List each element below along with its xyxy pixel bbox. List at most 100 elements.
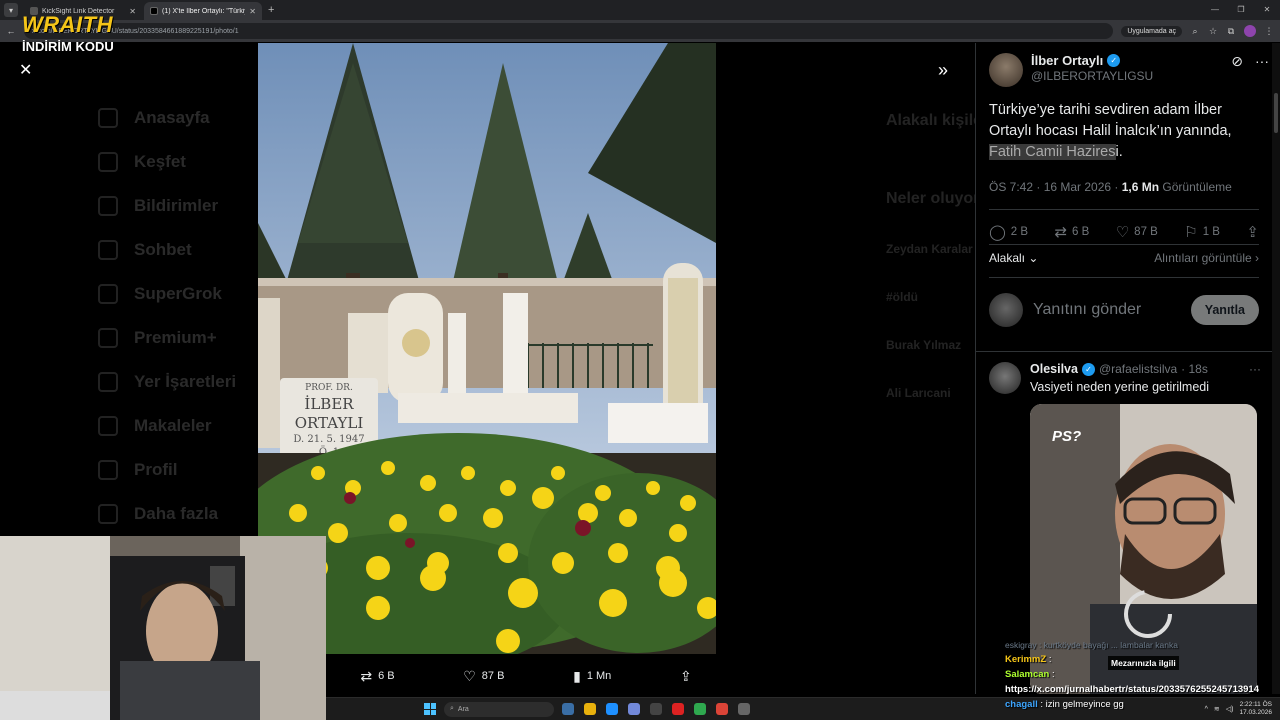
window-close-icon[interactable]: ✕ [1254, 0, 1280, 20]
spotify-icon[interactable] [694, 703, 706, 715]
profile-icon [98, 460, 118, 480]
related-row: Alakalı ⌄ Alıntıları görüntüle › [989, 251, 1259, 265]
heart-icon: ♡ [463, 667, 476, 684]
extensions-icon[interactable]: ⧉ [1226, 26, 1236, 37]
chat-message: chagall : izin gelmeyince gg [1005, 699, 1124, 710]
toolbar-right: Uygulamada aç ⌕ ☆ ⧉ ⋮ [1121, 25, 1274, 37]
minimize-icon[interactable]: — [1202, 0, 1228, 20]
windows-start-icon[interactable] [424, 703, 436, 715]
verified-badge-icon: ✓ [1107, 54, 1121, 67]
views-count: 1 Mn [586, 670, 612, 682]
chrome-icon[interactable] [716, 703, 728, 715]
view-quotes-link[interactable]: Alıntıları görüntüle › [1154, 251, 1259, 265]
expand-panel-icon[interactable]: » [938, 60, 948, 81]
author-avatar[interactable] [989, 53, 1023, 87]
nav-item: Premium+ [98, 316, 236, 360]
steam-icon[interactable] [650, 703, 662, 715]
reply-author-name[interactable]: Olesilva [1030, 362, 1078, 376]
obs-icon[interactable] [738, 703, 750, 715]
nav-item: Makaleler [98, 404, 236, 448]
photo-like-button[interactable]: ♡ 87 B [463, 668, 504, 685]
reply-composer: Yanıtını gönder Yanıtla [989, 293, 1259, 327]
stream-overlay-logo: WRAITH İNDİRİM KODU [22, 13, 114, 55]
svg-text:ORTAYLI: ORTAYLI [295, 414, 364, 432]
reply-author-handle[interactable]: @rafaelistsilva [1099, 362, 1177, 376]
new-tab-icon[interactable]: + [268, 4, 274, 16]
nav-item: Yer İşaretleri [98, 360, 236, 404]
retweet-count: 6 B [378, 670, 395, 682]
url-field[interactable]: x.com/ILBERORTAYLIGSU/status/20335846618… [24, 23, 1114, 39]
photo-retweet-button[interactable]: ⇄ 6 B [360, 668, 394, 685]
grok-explain-icon[interactable]: ⊘ [1231, 53, 1243, 70]
taskbar-search[interactable]: ⌕ Ara [444, 701, 554, 717]
video-caption: Mezarınızla ilgili [1108, 656, 1179, 670]
bookmark-icon [98, 372, 118, 392]
discord-icon[interactable] [628, 703, 640, 715]
streamer-webcam [0, 536, 326, 720]
reply-time[interactable]: · 18s [1181, 362, 1208, 376]
reply-submit-button[interactable]: Yanıtla [1190, 295, 1259, 325]
reply-author-avatar[interactable] [989, 362, 1021, 394]
bookmark-button[interactable]: ⚐ 1 B [1184, 223, 1220, 241]
photo-share-button[interactable]: ⇪ [680, 668, 692, 685]
file-explorer-icon[interactable] [562, 703, 574, 715]
restore-icon[interactable]: ❐ [1228, 0, 1254, 20]
svg-text:İLBER: İLBER [304, 395, 354, 413]
browser-tab-bar: ▾ KickSight Link Detector ✕ (1) X'te İlb… [0, 0, 1280, 20]
reply-input[interactable]: Yanıtını gönder [1033, 301, 1191, 319]
more-options-icon[interactable]: ··· [1249, 362, 1261, 376]
scrollbar-thumb[interactable] [1274, 93, 1278, 133]
share-button[interactable]: ⇪ [1246, 223, 1259, 241]
chevron-down-icon: ⌄ [1028, 251, 1039, 265]
author-handle[interactable]: @ILBERORTAYLIGSU [1031, 69, 1231, 83]
photo-views-button[interactable]: ▮ 1 Mn [573, 668, 611, 685]
retweet-icon: ⇄ [360, 667, 373, 684]
address-bar: ← x.com/ILBERORTAYLIGSU/status/203358466… [0, 20, 1280, 42]
edge-icon[interactable] [606, 703, 618, 715]
more-options-icon[interactable]: ··· [1255, 53, 1269, 70]
close-tab-icon[interactable]: ✕ [129, 7, 136, 16]
views-total: 1,6 Mn [1121, 180, 1160, 194]
tweet-author: İlber Ortaylı ✓ @ILBERORTAYLIGSU ⊘ ··· [989, 53, 1269, 87]
folder-icon[interactable] [584, 703, 596, 715]
related-dropdown[interactable]: Alakalı ⌄ [989, 251, 1038, 265]
bg-trend: Ali Larıcani [886, 386, 951, 400]
back-icon[interactable]: ← [6, 26, 16, 36]
profile-avatar[interactable] [1244, 25, 1256, 37]
retweet-button[interactable]: ⇄ 6 B [1054, 223, 1089, 241]
author-name: İlber Ortaylı [1031, 53, 1104, 68]
panel-scrollbar[interactable] [1272, 43, 1280, 694]
stream-chat-overlay: eskigray : kurtköyde bayağı ... lambalar… [1005, 640, 1275, 714]
chat-username: chagall [1005, 699, 1038, 710]
share-icon: ⇪ [679, 667, 692, 684]
chat-username: Salamcan [1005, 669, 1050, 680]
selected-text: Fatih Camii Hazires [989, 144, 1116, 160]
zoom-icon[interactable]: ⌕ [1190, 26, 1200, 37]
open-in-app-button[interactable]: Uygulamada aç [1121, 25, 1182, 37]
more-icon [98, 504, 118, 524]
nav-item: SuperGrok [98, 272, 236, 316]
author-name-row[interactable]: İlber Ortaylı ✓ [1031, 53, 1231, 68]
close-tab-icon[interactable]: ✕ [249, 7, 256, 16]
media-app-icon[interactable] [672, 703, 684, 715]
tweet-detail-panel: İlber Ortaylı ✓ @ILBERORTAYLIGSU ⊘ ··· T… [975, 43, 1272, 694]
tweet-photo[interactable]: PROF. DR. İLBER ORTAYLI D. 21. 5. 1947 Ö… [258, 43, 716, 654]
reply-header: Olesilva ✓ @rafaelistsilva · 18s ··· [1030, 362, 1261, 376]
tab-search-icon[interactable]: ▾ [4, 3, 18, 17]
chevron-right-icon: › [1255, 251, 1259, 265]
bookmark-icon: ⚐ [1184, 224, 1198, 241]
tab-x-post[interactable]: (1) X'te İlber Ortaylı: "Türkiye'y... ✕ [144, 2, 262, 20]
grok-icon [98, 284, 118, 304]
tab-title: (1) X'te İlber Ortaylı: "Türkiye'y... [162, 7, 245, 15]
nav-item: Sohbet [98, 228, 236, 272]
close-photo-icon[interactable]: ✕ [19, 60, 32, 80]
tweet-time[interactable]: ÖS 7:42 · 16 Mar 2026 · [989, 180, 1122, 194]
comment-icon: ◯ [989, 224, 1006, 241]
like-button[interactable]: ♡ 87 B [1116, 223, 1158, 241]
background-nav: Anasayfa Keşfet Bildirimler Sohbet Super… [98, 96, 236, 536]
browser-menu-icon[interactable]: ⋮ [1264, 26, 1274, 37]
reply-button[interactable]: ◯ 2 B [989, 223, 1028, 241]
bg-trend: Zeydan Karalar [886, 242, 973, 256]
bookmark-star-icon[interactable]: ☆ [1208, 26, 1218, 37]
photo-action-bar: ⇄ 6 B ♡ 87 B ▮ 1 Mn ⇪ [326, 662, 726, 690]
